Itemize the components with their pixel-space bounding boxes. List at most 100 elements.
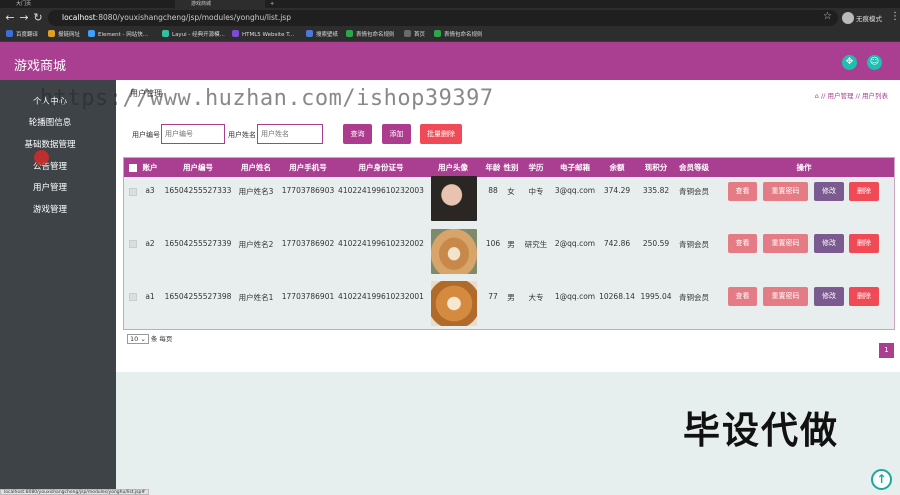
page-size-selector[interactable]: 10 ⌄ 条 每页	[127, 333, 172, 344]
column-header: 性别	[503, 163, 519, 172]
bookmark-item[interactable]: 报链网址	[48, 30, 80, 40]
bookmark-item[interactable]: 搜索壁纸	[306, 30, 338, 40]
cell-account: a2	[145, 239, 155, 248]
cell-education: 中专	[528, 187, 544, 196]
sidebar-item-users[interactable]: 用户管理	[0, 181, 100, 193]
app-title: 游戏商城	[14, 59, 67, 74]
search-button[interactable]: 查询	[343, 124, 372, 144]
browser-tab[interactable]: 大门页	[0, 0, 75, 8]
reset-password-button[interactable]: 重置密码	[763, 234, 808, 253]
cell-phone: 17703786901	[281, 292, 335, 301]
breadcrumb-item: 用户列表	[862, 92, 888, 100]
user-name-input[interactable]	[257, 124, 323, 144]
edit-button[interactable]: 修改	[814, 234, 844, 253]
home-icon[interactable]: ⌂	[815, 92, 819, 100]
cell-email: 3@qq.com	[554, 186, 596, 195]
user-icon[interactable]: ☺	[867, 55, 882, 70]
cell-education: 研究生	[524, 240, 548, 249]
menu-kebab-icon[interactable]: ⋮	[890, 11, 900, 22]
bookmark-item[interactable]: Element - 网站快...	[88, 30, 148, 40]
bookmark-item[interactable]: 表情包命名规则	[346, 30, 395, 40]
cell-level: 青铜会员	[679, 240, 709, 249]
delete-button[interactable]: 删除	[849, 182, 879, 201]
column-header: 年龄	[485, 163, 501, 172]
status-bar-url: localhost:8080/youxishangcheng/jsp/modul…	[0, 489, 150, 495]
sidebar: 个人中心 轮播图信息 基础数据管理 公告管理 用户管理 游戏管理	[0, 80, 116, 495]
view-button[interactable]: 查看	[728, 182, 757, 201]
back-icon[interactable]: ←	[4, 12, 16, 24]
scroll-to-top-icon[interactable]: ↑	[871, 469, 892, 490]
bookmark-item[interactable]: HTML5 Website T...	[232, 30, 294, 40]
tab-label: 游戏商城	[191, 1, 212, 7]
cell-name: 用户姓名3	[238, 187, 274, 196]
column-header: 学历	[528, 163, 544, 172]
edit-button[interactable]: 修改	[814, 182, 844, 201]
bookmark-icon	[232, 30, 239, 37]
add-button[interactable]: 添加	[382, 124, 411, 144]
cell-gender: 男	[507, 240, 515, 249]
browser-tab-active[interactable]: 游戏商城	[175, 0, 265, 8]
bookmark-icon	[48, 30, 55, 37]
column-header: 用户身份证号	[358, 163, 404, 172]
breadcrumb: ⌂ // 用户管理 // 用户列表	[815, 90, 888, 100]
cell-number: 16504255527339	[164, 239, 232, 248]
chevron-down-icon: ⌄	[140, 335, 146, 343]
row-checkbox[interactable]	[129, 240, 137, 248]
bookmark-item[interactable]: Layui - 经典开源模...	[162, 30, 225, 40]
sidebar-item-base-data[interactable]: 基础数据管理	[0, 138, 100, 150]
sidebar-item-label: 基础数据管理	[24, 140, 76, 150]
cell-balance: 374.29	[603, 186, 631, 195]
view-button[interactable]: 查看	[728, 287, 757, 306]
breadcrumb-item[interactable]: 用户管理	[827, 92, 853, 100]
select-all-checkbox[interactable]	[129, 164, 137, 172]
delete-button[interactable]: 删除	[849, 287, 879, 306]
cell-balance: 742.86	[603, 239, 631, 248]
bookmark-star-icon[interactable]: ☆	[823, 11, 832, 22]
watermark-text: https://www.huzhan.com/ishop39397	[40, 86, 494, 111]
cell-age: 106	[485, 239, 501, 248]
expand-icon[interactable]: ✥	[842, 55, 857, 70]
column-header: 用户编号	[183, 163, 213, 172]
cell-account: a1	[145, 292, 155, 301]
bookmark-icon	[6, 30, 13, 37]
table-header: 账户 用户编号 用户姓名 用户手机号 用户身份证号 用户头像 年龄 性别 学历 …	[124, 158, 894, 177]
reset-password-button[interactable]: 重置密码	[763, 182, 808, 201]
batch-delete-button[interactable]: 批量删除	[420, 124, 462, 144]
user-avatar-image	[431, 176, 477, 221]
user-avatar-image	[431, 229, 477, 274]
column-header: 会员等级	[679, 163, 709, 172]
new-tab-icon[interactable]: +	[268, 0, 278, 8]
profile-name[interactable]: 无痕模式	[856, 13, 882, 23]
row-checkbox[interactable]	[129, 188, 137, 196]
sidebar-item-carousel[interactable]: 轮播图信息	[0, 116, 100, 128]
forward-icon[interactable]: →	[18, 12, 30, 24]
column-header: 现积分	[644, 163, 668, 172]
column-header: 账户	[142, 163, 158, 172]
table-row: a1 16504255527398 用户姓名1 17703786901 4102…	[124, 281, 894, 334]
bookmark-item[interactable]: 百度翻译	[6, 30, 38, 40]
sidebar-item-games[interactable]: 游戏管理	[0, 203, 100, 215]
edit-button[interactable]: 修改	[814, 287, 844, 306]
table-row: a2 16504255527339 用户姓名2 17703786902 4102…	[124, 229, 894, 282]
user-number-input[interactable]	[161, 124, 225, 144]
bookmark-item[interactable]: 首页	[404, 30, 425, 40]
page-number-button[interactable]: 1	[879, 343, 894, 358]
sidebar-item-label: 用户管理	[32, 183, 67, 193]
delete-button[interactable]: 删除	[849, 234, 879, 253]
bookmark-item[interactable]: 表情包命名规则	[434, 30, 483, 40]
row-checkbox[interactable]	[129, 293, 137, 301]
url-input[interactable]: localhost:8080/youxishangcheng/jsp/modul…	[48, 10, 838, 26]
page-size-select[interactable]: 10 ⌄	[127, 334, 149, 344]
sidebar-item-notice[interactable]: 公告管理	[0, 160, 100, 172]
url-path: :8080/youxishangcheng/jsp/modules/yonghu…	[95, 13, 291, 22]
reload-icon[interactable]: ↻	[32, 12, 44, 24]
reset-password-button[interactable]: 重置密码	[763, 287, 808, 306]
cell-age: 88	[488, 186, 498, 195]
profile-avatar-icon[interactable]	[842, 12, 854, 24]
cell-phone: 17703786903	[281, 186, 335, 195]
search-label-number: 用户编号	[132, 131, 160, 139]
view-button[interactable]: 查看	[728, 234, 757, 253]
promo-text: 毕设代做	[683, 409, 839, 452]
user-avatar-image	[431, 281, 477, 326]
cell-id-card: 410224199610232001	[338, 292, 424, 301]
